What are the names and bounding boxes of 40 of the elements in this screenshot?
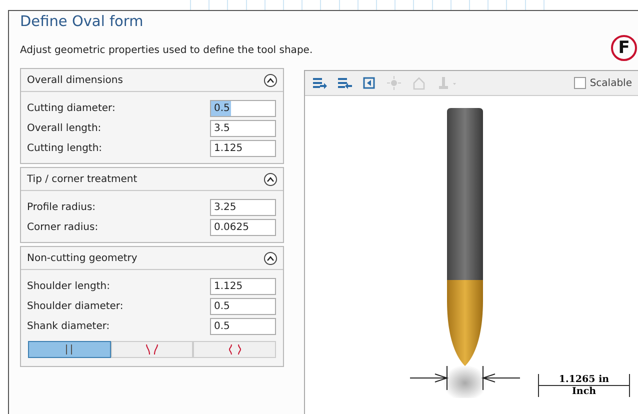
input-field[interactable]: 3.5: [210, 120, 276, 137]
field-label: Cutting diameter:: [27, 103, 116, 114]
checkbox[interactable]: [574, 77, 586, 89]
scalable-checkbox[interactable]: Scalable: [574, 77, 632, 89]
field-label: Cutting length:: [27, 143, 102, 154]
field-label: Shoulder length:: [27, 281, 110, 292]
description-text: Adjust geometric properties used to define the tool shape.: [20, 45, 313, 56]
shank-profile-icon: [228, 344, 241, 355]
collapse-button[interactable]: [264, 172, 277, 186]
input-field[interactable]: 3.25: [210, 199, 276, 216]
input-field[interactable]: 0.5: [210, 318, 276, 335]
input-field[interactable]: 0.5: [210, 298, 276, 315]
section-title: Non-cutting geometry: [27, 252, 138, 264]
export-icon[interactable]: [336, 75, 352, 91]
scale-bar: 1.1265 in Inch: [538, 374, 630, 397]
checkbox-label: Scalable: [590, 78, 632, 88]
window-title: Define Oval form: [20, 14, 144, 30]
shank-profile-icon: [66, 344, 72, 355]
shank-style-button[interactable]: [110, 341, 194, 358]
field-label: Shoulder diameter:: [27, 301, 124, 312]
chevron-up-icon: [267, 78, 274, 82]
reset-icon[interactable]: [361, 75, 377, 91]
input-field[interactable]: 1.125: [210, 140, 276, 157]
input-field[interactable]: 1.125: [210, 278, 276, 295]
field-label: Overall length:: [27, 123, 102, 134]
input-field[interactable]: 0.5: [210, 100, 276, 117]
section-title: Overall dimensions: [27, 74, 123, 86]
collapse-button[interactable]: [264, 74, 277, 86]
shank-profile-icon: [146, 344, 158, 355]
field-label: Profile radius:: [27, 202, 96, 213]
chevron-up-icon: [267, 176, 274, 182]
section-title: Tip / corner treatment: [27, 174, 138, 184]
field-label: Corner radius:: [27, 222, 98, 233]
field-label: Shank diameter:: [27, 321, 110, 332]
collapse-button[interactable]: [264, 252, 277, 264]
shank-style-button[interactable]: [28, 341, 111, 358]
import-icon[interactable]: [311, 75, 327, 91]
chevron-up-icon: [267, 256, 274, 260]
logo: F: [611, 35, 637, 61]
input-field[interactable]: 0.0625: [210, 219, 276, 236]
